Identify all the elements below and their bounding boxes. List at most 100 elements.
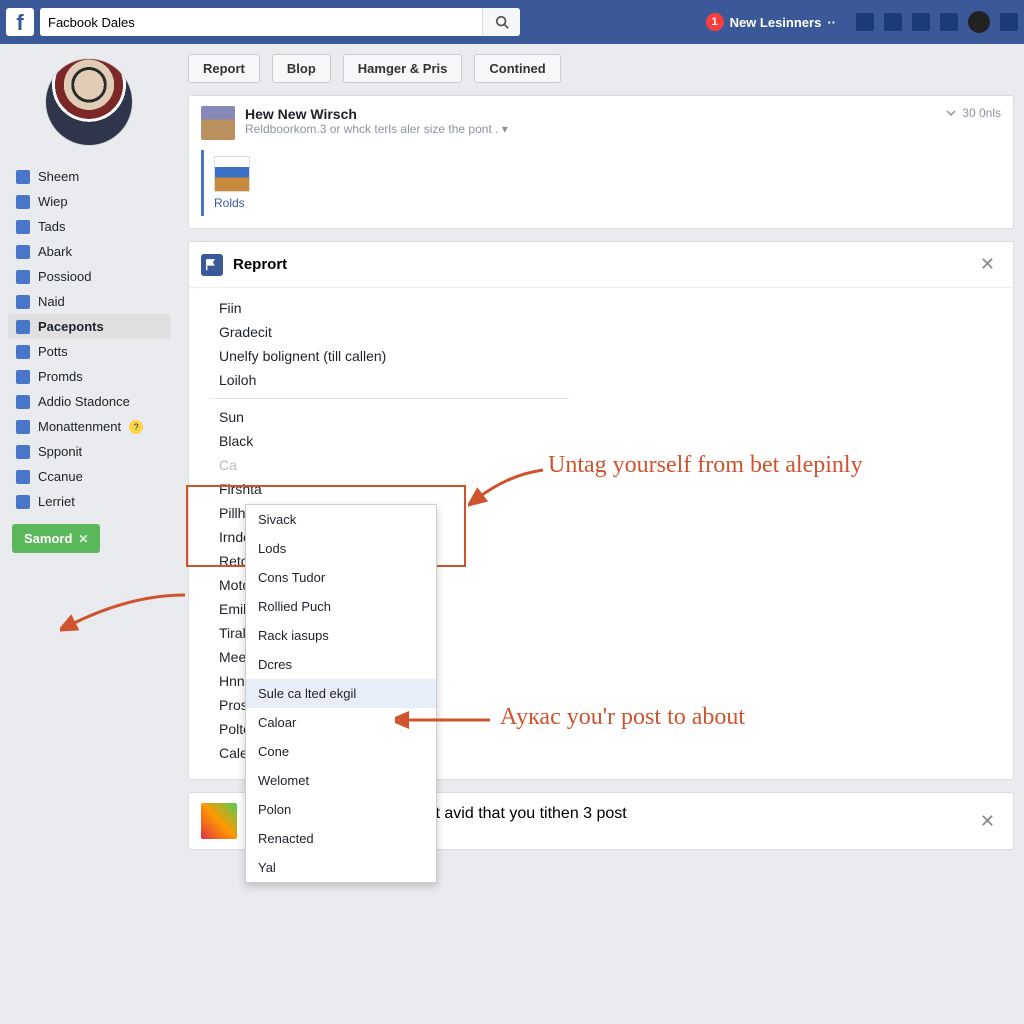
topbar-icons: [856, 11, 1018, 33]
tab-hamger-pris[interactable]: Hamger & Pris: [343, 54, 463, 83]
dropdown-item[interactable]: Polon: [246, 795, 436, 824]
dropdown-item[interactable]: Lods: [246, 534, 436, 563]
friend-requests-icon[interactable]: [856, 13, 874, 31]
activity-avatar[interactable]: [201, 803, 237, 839]
sidebar-item-possiood[interactable]: Possiood: [8, 264, 170, 289]
sidebar-item-label: Sheem: [38, 169, 79, 184]
dropdown-item[interactable]: Yal: [246, 853, 436, 882]
report-option[interactable]: Sun: [219, 405, 993, 429]
sidebar-icon: [16, 345, 30, 359]
dropdown-item[interactable]: Renacted: [246, 824, 436, 853]
sidebar-item-promds[interactable]: Promds: [8, 364, 170, 389]
post-meta[interactable]: 30 0nls: [946, 106, 1001, 120]
sidebar-icon: [16, 320, 30, 334]
context-dropdown: SivackLodsCons TudorRollied PuchRack ias…: [245, 504, 437, 883]
tab-report[interactable]: Report: [188, 54, 260, 83]
notifications-icon[interactable]: [912, 13, 930, 31]
sidebar-item-sheem[interactable]: Sheem: [8, 164, 170, 189]
sidebar-item-spponit[interactable]: Spponit: [8, 439, 170, 464]
annotation-text-2: Аукас you'r post to about: [500, 702, 745, 732]
sidebar-item-label: Promds: [38, 369, 83, 384]
search-input[interactable]: [40, 8, 482, 36]
profile-avatar[interactable]: [45, 58, 133, 146]
report-icon: [201, 254, 223, 276]
sidebar-icon: [16, 420, 30, 434]
dropdown-item[interactable]: Sivack: [246, 505, 436, 534]
sidebar-item-label: Wiep: [38, 194, 68, 209]
annotation-arrow-1: [468, 460, 548, 510]
search-wrap: [40, 8, 520, 36]
close-icon: ✕: [78, 532, 88, 546]
report-option[interactable]: Fiin: [219, 296, 993, 320]
dropdown-item[interactable]: Dcres: [246, 650, 436, 679]
tab-contined[interactable]: Contined: [474, 54, 560, 83]
quick-help-icon[interactable]: [940, 13, 958, 31]
sidebar-item-tads[interactable]: Tads: [8, 214, 170, 239]
sidebar-icon: [16, 220, 30, 234]
sidebar-item-ccanue[interactable]: Ccanue: [8, 464, 170, 489]
dismiss-button[interactable]: ✕: [974, 809, 1001, 834]
close-button[interactable]: ✕: [974, 252, 1001, 277]
annotation-text-1: Untag yourself from bet alepinly: [548, 450, 863, 480]
sidebar-item-label: Lerriet: [38, 494, 75, 509]
sidebar-item-label: Spponit: [38, 444, 82, 459]
topbar-user-label: New Lesinners: [730, 15, 822, 30]
search-button[interactable]: [482, 8, 520, 36]
dropdown-caret-icon[interactable]: [1000, 13, 1018, 31]
post-card: Hew New Wirsch Reldboorkom.3 or whck ter…: [188, 95, 1014, 229]
dropdown-item[interactable]: Rack iasups: [246, 621, 436, 650]
quote-link[interactable]: Rolds: [214, 196, 245, 210]
sidebar-icon: [16, 170, 30, 184]
dropdown-item[interactable]: Cons Tudor: [246, 563, 436, 592]
topbar-user-dots: ··: [827, 15, 836, 30]
sidebar-icon: [16, 495, 30, 509]
sidebar-item-label: Abark: [38, 244, 72, 259]
report-option[interactable]: Unelfy bolignent (till callen): [219, 344, 993, 368]
sidebar-item-naid[interactable]: Naid: [8, 289, 170, 314]
sidebar-icon: [16, 295, 30, 309]
sidebar-item-addio stadonce[interactable]: Addio Stadonce: [8, 389, 170, 414]
sidebar-item-paceponts[interactable]: Paceponts: [8, 314, 170, 339]
sidebar-item-lerriet[interactable]: Lerriet: [8, 489, 170, 514]
report-option[interactable]: Gradecit: [219, 320, 993, 344]
facebook-logo[interactable]: f: [6, 8, 34, 36]
sidebar-item-potts[interactable]: Potts: [8, 339, 170, 364]
sidebar-icon: [16, 395, 30, 409]
search-icon: [495, 15, 509, 29]
report-option[interactable]: Loiloh: [219, 368, 993, 392]
post-subtitle: Reldboorkom.3 or whck terls aler size th…: [245, 122, 936, 136]
account-avatar-icon[interactable]: [968, 11, 990, 33]
sidebar-item-label: Naid: [38, 294, 65, 309]
post-author-name[interactable]: Hew New Wirsch: [245, 106, 936, 122]
sidebar-item-label: Possiood: [38, 269, 91, 284]
tab-bar: Report Blop Hamger & Pris Contined: [188, 54, 1014, 83]
dropdown-item[interactable]: Rollied Puch: [246, 592, 436, 621]
sidebar-icon: [16, 470, 30, 484]
messages-icon[interactable]: [884, 13, 902, 31]
sidebar-item-label: Ccanue: [38, 469, 83, 484]
sidebar: SheemWiepTadsAbarkPossioodNaidPacepontsP…: [0, 44, 178, 862]
samord-button[interactable]: Samord✕: [12, 524, 100, 553]
quote-thumbnail[interactable]: [214, 156, 250, 192]
post-author-avatar[interactable]: [201, 106, 235, 140]
sidebar-icon: [16, 445, 30, 459]
annotation-arrow-3: [60, 590, 190, 640]
sidebar-item-label: Addio Stadonce: [38, 394, 130, 409]
notification-badge: 1: [706, 13, 724, 31]
sidebar-item-label: Monattenment: [38, 419, 121, 434]
sidebar-item-monattenment[interactable]: Monattenment?: [8, 414, 170, 439]
sidebar-icon: [16, 370, 30, 384]
sidebar-item-wiep[interactable]: Wiep: [8, 189, 170, 214]
dropdown-item[interactable]: Welomet: [246, 766, 436, 795]
topbar: f 1 New Lesinners ··: [0, 0, 1024, 44]
dropdown-item[interactable]: Sule ca lted ekgil: [246, 679, 436, 708]
sidebar-icon: [16, 245, 30, 259]
tab-blop[interactable]: Blop: [272, 54, 331, 83]
dropdown-item[interactable]: Cone: [246, 737, 436, 766]
sidebar-item-abark[interactable]: Abark: [8, 239, 170, 264]
sidebar-badge: ?: [129, 420, 143, 434]
annotation-arrow-2: [395, 710, 495, 730]
post-quote: Rolds: [201, 150, 1001, 216]
topbar-user[interactable]: 1 New Lesinners ··: [706, 13, 836, 31]
sidebar-item-label: Tads: [38, 219, 65, 234]
